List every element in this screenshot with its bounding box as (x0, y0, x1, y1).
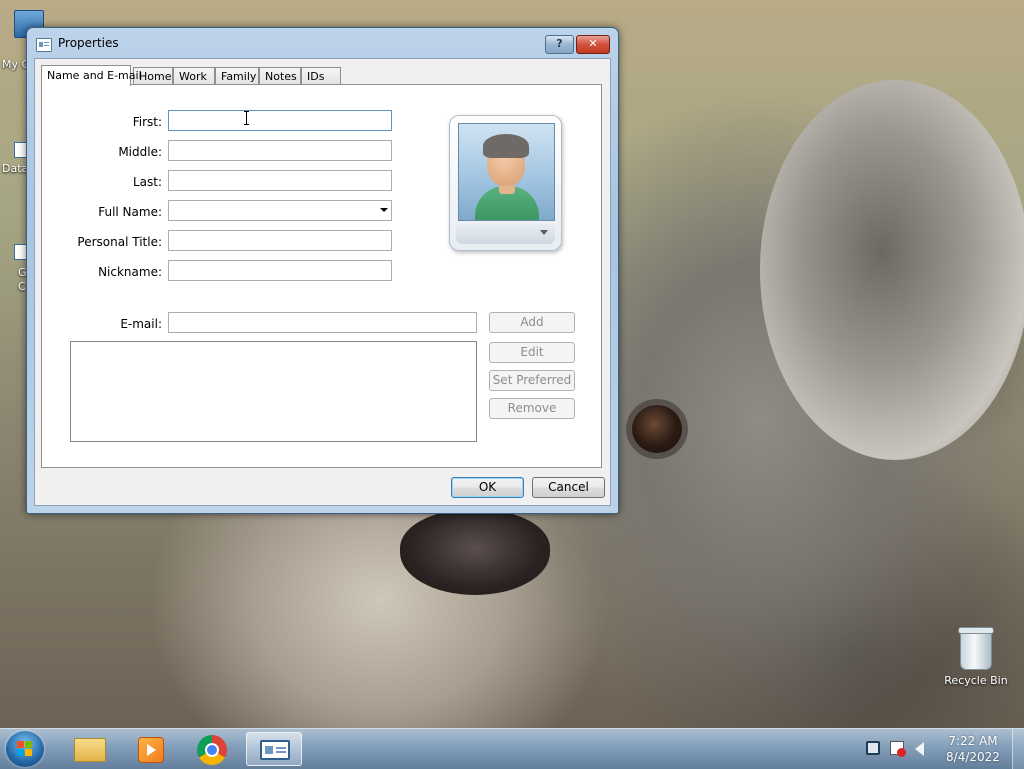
help-button[interactable]: ? (545, 35, 574, 54)
remove-email-button[interactable]: Remove (489, 398, 575, 419)
picture-options-bar[interactable] (456, 224, 555, 244)
close-button[interactable]: ✕ (576, 35, 610, 54)
clock-date: 8/4/2022 (946, 750, 1000, 764)
last-label: Last: (132, 175, 162, 189)
recycle-bin-label: Recycle Bin (944, 674, 1008, 687)
full-name-label: Full Name: (98, 205, 162, 219)
system-clock[interactable]: 7:22 AM 8/4/2022 (938, 733, 1008, 765)
window-titlebar[interactable]: Properties ? ✕ (27, 28, 618, 58)
desktop-icon-label: Data (2, 162, 29, 175)
personal-title-label: Personal Title: (77, 235, 162, 249)
network-icon[interactable] (866, 741, 880, 755)
set-preferred-button[interactable]: Set Preferred (489, 370, 575, 391)
tab-notes[interactable]: Notes (259, 67, 301, 84)
desktop-icon-recycle-bin[interactable]: Recycle Bin (940, 627, 1012, 687)
taskbar-explorer[interactable] (62, 732, 118, 766)
full-name-combobox[interactable] (168, 200, 392, 221)
last-name-input[interactable] (168, 170, 392, 191)
window-client-area: Name and E-mail Home Work Family Notes I… (34, 58, 611, 506)
middle-label: Middle: (118, 145, 162, 159)
windows-logo-icon (17, 741, 33, 757)
email-list[interactable] (70, 341, 477, 442)
chevron-down-icon[interactable] (380, 208, 388, 212)
add-email-button[interactable]: Add (489, 312, 575, 333)
contact-card-icon (260, 740, 290, 760)
tab-panel-name-and-email: First: Middle: Last: Full Name: Personal… (41, 84, 602, 468)
taskbar-chrome[interactable] (184, 732, 240, 766)
nickname-label: Nickname: (98, 265, 162, 279)
cancel-button[interactable]: Cancel (532, 477, 605, 498)
action-center-icon[interactable] (890, 741, 906, 757)
personal-title-input[interactable] (168, 230, 392, 251)
taskbar: 7:22 AM 8/4/2022 (0, 728, 1024, 769)
first-label: First: (132, 115, 162, 129)
taskbar-media-player[interactable] (122, 732, 178, 766)
close-icon: ✕ (588, 37, 598, 50)
tab-work[interactable]: Work (173, 67, 215, 84)
tab-family[interactable]: Family (215, 67, 259, 84)
media-player-icon (138, 737, 164, 763)
email-label: E-mail: (120, 317, 162, 331)
volume-icon[interactable] (915, 742, 924, 756)
user-avatar-icon (458, 123, 555, 221)
text-cursor-icon (244, 111, 249, 125)
taskbar-contacts[interactable] (246, 732, 302, 766)
email-input[interactable] (168, 312, 477, 333)
contact-picture[interactable] (449, 115, 562, 251)
wallpaper-koala-nose (400, 510, 550, 595)
first-name-input[interactable] (168, 110, 392, 131)
folder-icon (74, 738, 106, 762)
tab-name-and-email[interactable]: Name and E-mail (41, 65, 142, 86)
middle-name-input[interactable] (168, 140, 392, 161)
wallpaper-koala-ear (760, 80, 1024, 460)
recycle-bin-icon (958, 627, 994, 670)
edit-email-button[interactable]: Edit (489, 342, 575, 363)
ok-button[interactable]: OK (451, 477, 524, 498)
clock-time: 7:22 AM (948, 734, 998, 748)
contact-card-icon (36, 38, 52, 52)
nickname-input[interactable] (168, 260, 392, 281)
start-button[interactable] (6, 731, 44, 767)
tab-ids[interactable]: IDs (301, 67, 341, 84)
wallpaper-koala-eye (632, 405, 682, 453)
window-title: Properties (58, 36, 119, 50)
chrome-icon (197, 735, 227, 765)
show-desktop-button[interactable] (1012, 729, 1024, 769)
properties-window: Properties ? ✕ Name and E-mail Home Work… (26, 27, 619, 514)
chevron-down-icon (540, 230, 548, 235)
